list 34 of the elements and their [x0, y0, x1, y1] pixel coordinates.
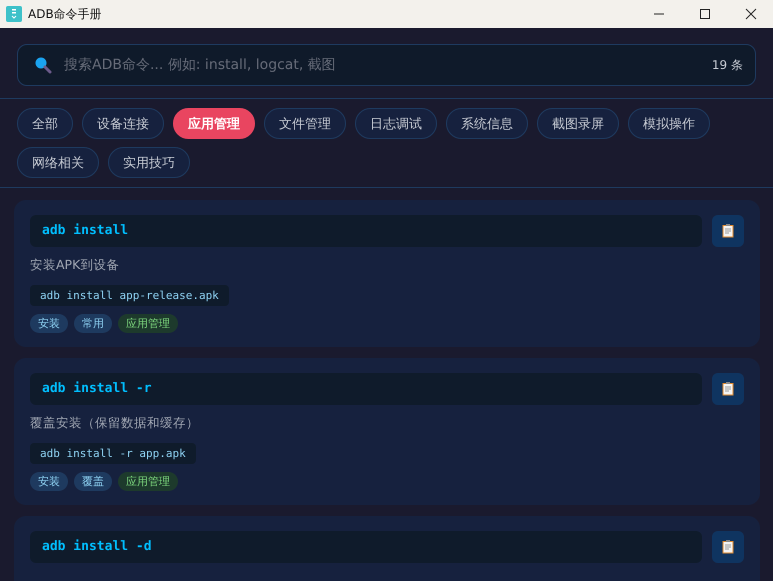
category-chip[interactable]: 模拟操作	[628, 108, 710, 139]
copy-button[interactable]	[712, 215, 744, 247]
copy-button[interactable]	[712, 531, 744, 563]
category-tag: 应用管理	[118, 472, 178, 491]
category-chip[interactable]: 日志调试	[355, 108, 437, 139]
command-name: adb install	[30, 215, 702, 247]
app-icon	[6, 6, 22, 22]
category-chip[interactable]: 实用技巧	[108, 147, 190, 178]
keyword-tag: 安装	[30, 314, 68, 333]
window-title: ADB命令手册	[28, 6, 103, 22]
category-chip[interactable]: 设备连接	[82, 108, 164, 139]
category-chip[interactable]: 应用管理	[173, 108, 255, 139]
category-chip[interactable]: 全部	[17, 108, 73, 139]
command-description: 安装APK到设备	[30, 257, 120, 274]
keyword-tag: 常用	[74, 314, 112, 333]
example-code: adb install -r app.apk	[30, 443, 196, 464]
copy-button[interactable]	[712, 373, 744, 405]
keyword-tag: 覆盖	[74, 472, 112, 491]
category-chip[interactable]: 系统信息	[446, 108, 528, 139]
example-code: adb install app-release.apk	[30, 285, 229, 306]
clipboard-icon	[722, 382, 734, 396]
category-chip[interactable]: 网络相关	[17, 147, 99, 178]
keyword-tag: 安装	[30, 472, 68, 491]
command-name: adb install -d	[30, 531, 702, 563]
clipboard-icon	[722, 540, 734, 554]
close-icon[interactable]	[745, 8, 757, 20]
category-chip[interactable]: 截图录屏	[537, 108, 619, 139]
command-description: 覆盖安装（保留数据和缓存）	[30, 415, 200, 432]
category-chip[interactable]: 文件管理	[264, 108, 346, 139]
clipboard-icon	[722, 224, 734, 238]
category-tag: 应用管理	[118, 314, 178, 333]
command-name: adb install -r	[30, 373, 702, 405]
maximize-icon[interactable]	[699, 8, 711, 20]
result-count: 19 条	[712, 57, 743, 74]
